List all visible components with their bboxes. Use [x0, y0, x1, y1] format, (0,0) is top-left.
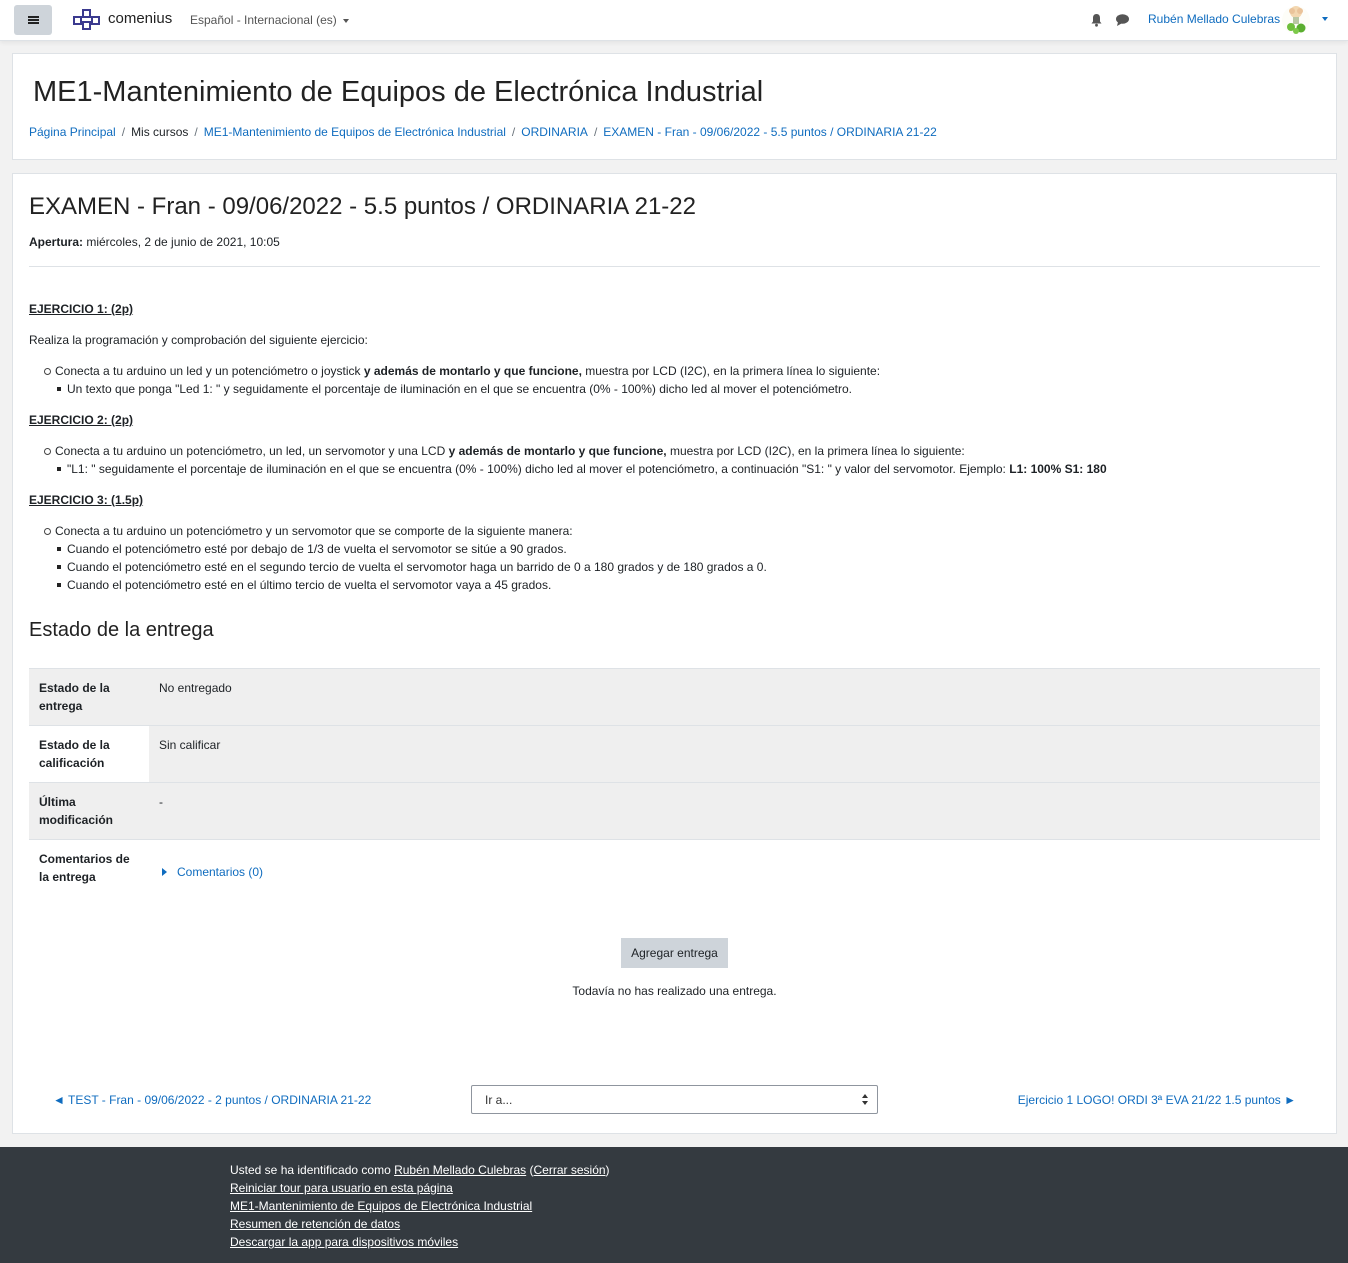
exercise-3-points: (1.5p): [111, 493, 144, 507]
exercise-2-points: (2p): [111, 413, 134, 427]
row-value: Comentarios (0): [149, 840, 1320, 897]
list-item: "L1: " seguidamente el porcentaje de ilu…: [55, 460, 1319, 478]
list-item: Conecta a tu arduino un led y un potenci…: [29, 362, 1319, 398]
exercise-1-points: (2p): [111, 302, 134, 316]
list-item-bold: y además de montarlo y que funcione,: [448, 444, 667, 458]
submission-status-table: Estado de la entrega No entregado Estado…: [29, 668, 1320, 896]
exercise-1-heading-text: EJERCICIO 1:: [29, 302, 112, 316]
row-label: Estado de la entrega: [39, 681, 110, 713]
mobile-app-link[interactable]: Descargar la app para dispositivos móvil…: [230, 1235, 458, 1249]
table-row: Estado de la entrega No entregado: [29, 668, 1320, 726]
breadcrumb: Página Principal / Mis cursos / ME1-Mantenim…: [29, 125, 937, 139]
row-label: Estado de la calificación: [39, 738, 110, 770]
opening-label: Apertura:: [29, 235, 84, 249]
user-menu-caret-icon[interactable]: [1322, 17, 1328, 21]
comments-link-label: Comentarios (0): [177, 865, 264, 879]
reset-tour-link[interactable]: Reiniciar tour para usuario en esta pági…: [230, 1181, 453, 1195]
logout-link[interactable]: Cerrar sesión: [534, 1163, 606, 1177]
breadcrumb-my-courses: Mis cursos: [131, 125, 189, 139]
hamburger-icon: [27, 16, 39, 24]
breadcrumb-section-link[interactable]: ORDINARIA: [521, 125, 588, 139]
no-submission-note: Todavía no has realizado una entrega.: [572, 984, 777, 998]
language-label: Español - Internacional (es): [190, 13, 337, 27]
footer-course-link[interactable]: ME1-Mantenimiento de Equipos de Electrón…: [230, 1199, 532, 1213]
brand-name[interactable]: comenius: [108, 10, 172, 27]
user-menu-name[interactable]: Rubén Mellado Culebras: [1148, 12, 1280, 26]
language-menu[interactable]: Español - Internacional (es): [190, 13, 349, 27]
opening-value: miércoles, 2 de junio de 2021, 10:05: [83, 235, 280, 249]
list-item: Cuando el potenciómetro esté en el últim…: [55, 576, 1319, 594]
list-item-text: Conecta a tu arduino un led y un potenci…: [55, 364, 364, 378]
exercise-2-heading-text: EJERCICIO 2:: [29, 413, 112, 427]
data-retention-link[interactable]: Resumen de retención de datos: [230, 1217, 400, 1231]
login-info-text: Usted se ha identificado como: [230, 1163, 395, 1177]
list-item: Conecta a tu arduino un potenciómetro y …: [29, 522, 1319, 594]
top-navbar: comenius Español - Internacional (es) Ru…: [0, 0, 1348, 41]
exercise-1-intro: Realiza la programación y comprobación d…: [29, 333, 368, 347]
breadcrumb-home-link[interactable]: Página Principal: [29, 125, 116, 139]
login-info-paren: (: [526, 1163, 534, 1177]
row-value: -: [159, 795, 163, 809]
list-item-text: muestra por LCD (I2C), en la primera lín…: [666, 444, 965, 458]
divider: [29, 266, 1320, 267]
breadcrumb-course-link[interactable]: ME1-Mantenimiento de Equipos de Electrón…: [204, 125, 506, 139]
assignment-description: EJERCICIO 1: (2p) Realiza la programació…: [29, 300, 1319, 594]
list-item: Un texto que ponga "Led 1: " y seguidame…: [55, 380, 1319, 398]
breadcrumb-separator: /: [121, 125, 126, 139]
previous-activity-link[interactable]: ◄ TEST - Fran - 09/06/2022 - 2 puntos / …: [53, 1093, 371, 1107]
row-label: Última modificación: [39, 795, 114, 827]
assignment-card: EXAMEN - Fran - 09/06/2022 - 5.5 puntos …: [12, 173, 1337, 1134]
page-footer: Usted se ha identificado como Rubén Mell…: [0, 1147, 1348, 1263]
list-item-text: muestra por LCD (I2C), en la primera lín…: [581, 364, 881, 378]
chevron-down-icon: [342, 18, 349, 23]
breadcrumb-separator: /: [194, 125, 198, 139]
comments-toggle-link[interactable]: Comentarios (0): [162, 863, 263, 881]
submission-status-heading: Estado de la entrega: [29, 619, 214, 641]
add-submission-button[interactable]: Agregar entrega: [621, 938, 728, 968]
breadcrumb-separator: /: [511, 125, 516, 139]
list-item: Cuando el potenciómetro esté por debajo …: [55, 540, 1319, 558]
profile-link[interactable]: Rubén Mellado Culebras: [394, 1163, 526, 1177]
exercise-3-heading: EJERCICIO 3: (1.5p): [29, 493, 143, 507]
list-item-text: "L1: " seguidamente el porcentaje de ilu…: [67, 462, 1010, 476]
list-item: Conecta a tu arduino un potenciómetro, u…: [29, 442, 1319, 478]
footer-links: Usted se ha identificado como Rubén Mell…: [230, 1161, 610, 1251]
caret-right-icon: [162, 868, 167, 876]
next-activity-link[interactable]: Ejercicio 1 LOGO! ORDI 3ª EVA 21/22 1.5 …: [1018, 1093, 1296, 1107]
table-row: Última modificación -: [29, 782, 1320, 840]
list-item-text: Conecta a tu arduino un potenciómetro y …: [55, 524, 573, 538]
select-arrows-icon: [862, 1094, 868, 1105]
course-title: ME1-Mantenimiento de Equipos de Electrón…: [33, 76, 764, 108]
user-avatar[interactable]: [1281, 4, 1311, 36]
row-value: No entregado: [159, 681, 232, 695]
table-row: Estado de la calificación Sin calificar: [29, 725, 1320, 783]
list-item-bold: y además de montarlo y que funcione,: [363, 364, 582, 378]
row-label: Comentarios de la entrega: [39, 852, 130, 884]
exercise-2-heading: EJERCICIO 2: (2p): [29, 413, 133, 427]
exercise-3-heading-text: EJERCICIO 3:: [29, 493, 112, 507]
assignment-title: EXAMEN - Fran - 09/06/2022 - 5.5 puntos …: [29, 193, 696, 220]
breadcrumb-separator: /: [593, 125, 598, 139]
opening-date: Apertura: miércoles, 2 de junio de 2021,…: [29, 235, 280, 249]
course-header: ME1-Mantenimiento de Equipos de Electrón…: [12, 53, 1337, 160]
login-info: Usted se ha identificado como Rubén Mell…: [230, 1161, 610, 1179]
exercise-1-heading: EJERCICIO 1: (2p): [29, 302, 133, 316]
list-item-bold: L1: 100% S1: 180: [1009, 462, 1107, 476]
comenius-logo-icon[interactable]: [72, 8, 102, 32]
login-info-paren: ): [605, 1163, 610, 1177]
list-item-text: Conecta a tu arduino un potenciómetro, u…: [55, 444, 449, 458]
row-value: Sin calificar: [149, 725, 1320, 783]
breadcrumb-assignment-link[interactable]: EXAMEN - Fran - 09/06/2022 - 5.5 puntos …: [603, 125, 937, 139]
notifications-bell-icon[interactable]: [1090, 13, 1103, 27]
menu-toggle-button[interactable]: [14, 5, 52, 35]
messages-chat-icon[interactable]: [1115, 13, 1130, 27]
list-item: Cuando el potenciómetro esté en el segun…: [55, 558, 1319, 576]
jump-to-label: Ir a...: [485, 1093, 513, 1107]
jump-to-select[interactable]: Ir a...: [471, 1085, 878, 1114]
table-row: Comentarios de la entrega Comentarios (0…: [29, 839, 1320, 897]
